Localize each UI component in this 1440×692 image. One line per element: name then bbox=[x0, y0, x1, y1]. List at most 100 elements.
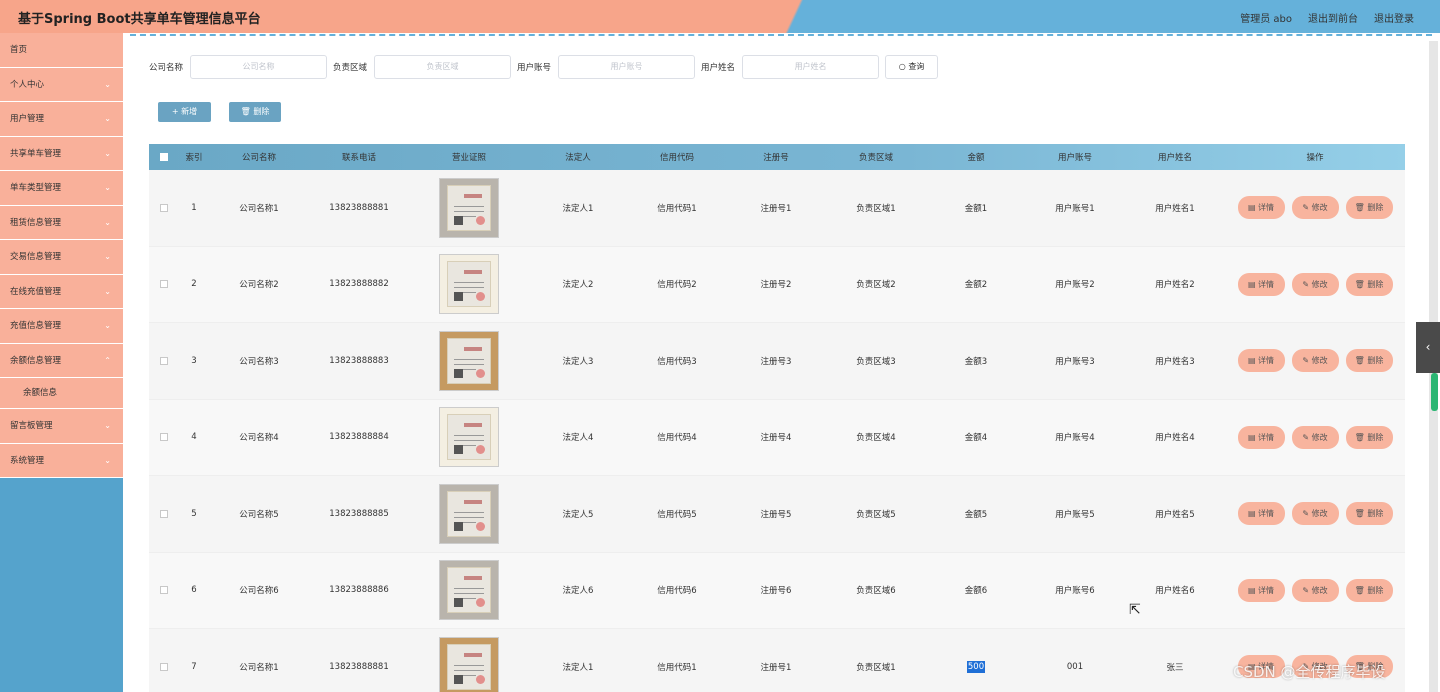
delete-button[interactable]: 🗑 删除 bbox=[1345, 272, 1393, 296]
cell-uname: 用户姓名3 bbox=[1155, 356, 1195, 367]
row-checkbox[interactable] bbox=[160, 433, 168, 442]
sidebar-item-recharge-info[interactable]: 充值信息管理 ⌄ bbox=[0, 309, 123, 344]
cell-phone: 13823888882 bbox=[329, 279, 389, 290]
cell-amount: 金额3 bbox=[964, 356, 988, 367]
top-header: 基于Spring Boot共享单车管理信息平台 管理员 abo 退出到前台 退出… bbox=[0, 0, 1440, 33]
license-image[interactable] bbox=[439, 560, 499, 621]
chevron-down-icon: ⌄ bbox=[104, 217, 111, 227]
delete-button[interactable]: 🗑 删除 bbox=[1345, 578, 1393, 602]
col-company: 公司名称 bbox=[241, 153, 276, 163]
edit-button[interactable]: ✎ 修改 bbox=[1291, 349, 1339, 373]
col-uname: 用户姓名 bbox=[1157, 153, 1192, 163]
edit-icon: ✎ bbox=[1302, 432, 1310, 442]
admin-label: 管理员 abo bbox=[1240, 14, 1292, 25]
sidebar-item-users[interactable]: 用户管理 ⌄ bbox=[0, 102, 123, 137]
edit-button[interactable]: ✎ 修改 bbox=[1291, 578, 1339, 602]
delete-button[interactable]: 🗑 删除 bbox=[1345, 349, 1393, 373]
detail-icon: ▤ bbox=[1247, 279, 1256, 289]
query-button[interactable]: ○ 查询 bbox=[885, 55, 939, 79]
detail-icon: ▤ bbox=[1247, 585, 1256, 595]
sidebar-item-bike-types[interactable]: 单车类型管理 ⌄ bbox=[0, 171, 123, 206]
delete-button[interactable]: 🗑 删除 bbox=[1345, 425, 1393, 449]
col-index: 索引 bbox=[185, 153, 203, 163]
cell-area: 负责区域6 bbox=[856, 586, 896, 597]
logout-link[interactable]: 退出登录 bbox=[1374, 10, 1414, 25]
sidebar: 首页 个人中心 ⌄ 用户管理 ⌄ 共享单车管理 ⌄ 单车类型管理 ⌄ 租赁信息管理 ⌄ 交… bbox=[0, 33, 123, 692]
cell-credit: 信用代码2 bbox=[657, 280, 697, 291]
cell-credit: 信用代码3 bbox=[657, 356, 697, 367]
cell-phone: 13823888881 bbox=[329, 202, 389, 213]
license-image[interactable] bbox=[439, 483, 499, 544]
cell-index: 2 bbox=[191, 279, 197, 290]
detail-button[interactable]: ▤ 详情 bbox=[1237, 578, 1285, 602]
detail-button[interactable]: ▤ 详情 bbox=[1237, 502, 1285, 526]
cell-uname: 用户姓名6 bbox=[1155, 586, 1195, 597]
license-image[interactable] bbox=[439, 177, 499, 238]
sidebar-item-bikes[interactable]: 共享单车管理 ⌄ bbox=[0, 136, 123, 171]
cell-account: 用户账号3 bbox=[1055, 356, 1095, 367]
license-image[interactable] bbox=[439, 636, 499, 692]
delete-button[interactable]: 🗑 删除 bbox=[1345, 196, 1393, 220]
sidebar-item-balance[interactable]: 余额信息管理 ⌃ bbox=[0, 343, 123, 378]
detail-button[interactable]: ▤ 详情 bbox=[1237, 196, 1285, 220]
edit-button[interactable]: ✎ 修改 bbox=[1291, 196, 1339, 220]
delete-button[interactable]: 🗑 删除 bbox=[1345, 502, 1393, 526]
row-checkbox[interactable] bbox=[160, 662, 168, 671]
cell-legal: 法定人6 bbox=[562, 586, 594, 597]
cell-area: 负责区域5 bbox=[856, 509, 896, 520]
sidebar-subitem-balance-info[interactable]: 余额信息 bbox=[0, 378, 123, 409]
cell-credit: 信用代码5 bbox=[657, 509, 697, 520]
cell-reg: 注册号1 bbox=[760, 203, 792, 214]
cell-uname: 用户姓名4 bbox=[1155, 433, 1195, 444]
row-checkbox[interactable] bbox=[160, 203, 168, 212]
cell-company: 公司名称1 bbox=[239, 203, 279, 214]
detail-button[interactable]: ▤ 详情 bbox=[1237, 425, 1285, 449]
chevron-down-icon: ⌄ bbox=[104, 114, 111, 123]
cell-index: 5 bbox=[191, 508, 197, 519]
cell-company: 公司名称6 bbox=[239, 586, 279, 597]
row-checkbox[interactable] bbox=[160, 509, 168, 518]
cell-credit: 信用代码4 bbox=[657, 433, 697, 444]
company-input[interactable]: 公司名称 bbox=[190, 55, 328, 79]
cell-account: 用户账号2 bbox=[1055, 280, 1095, 291]
edit-button[interactable]: ✎ 修改 bbox=[1291, 272, 1339, 296]
sidebar-item-home[interactable]: 首页 bbox=[0, 33, 123, 68]
license-image[interactable] bbox=[439, 330, 499, 391]
table-header: 索引 公司名称 联系电话 营业证照 法定人 信用代码 注册号 负责区域 金额 用… bbox=[149, 144, 1405, 170]
uname-label: 用户姓名 bbox=[701, 63, 736, 73]
sidebar-item-transactions[interactable]: 交易信息管理 ⌄ bbox=[0, 240, 123, 275]
account-input[interactable]: 用户账号 bbox=[558, 55, 696, 79]
sidebar-item-system[interactable]: 系统管理 ⌄ bbox=[0, 443, 123, 478]
sidebar-item-personal[interactable]: 个人中心 ⌄ bbox=[0, 67, 123, 102]
select-all-checkbox[interactable] bbox=[160, 153, 168, 161]
detail-button[interactable]: ▤ 详情 bbox=[1237, 349, 1285, 373]
row-checkbox[interactable] bbox=[160, 586, 168, 595]
cell-area: 负责区域2 bbox=[856, 280, 896, 291]
uname-input[interactable]: 用户姓名 bbox=[742, 55, 880, 79]
chevron-left-icon[interactable]: ‹ bbox=[1416, 322, 1440, 373]
chevron-up-icon: ⌃ bbox=[104, 355, 111, 365]
sidebar-item-rentals[interactable]: 租赁信息管理 ⌄ bbox=[0, 205, 123, 240]
cell-phone: 13823888881 bbox=[329, 661, 389, 672]
add-button[interactable]: + 新增 bbox=[158, 102, 211, 122]
sidebar-item-online-recharge[interactable]: 在线充值管理 ⌄ bbox=[0, 274, 123, 309]
license-image[interactable] bbox=[439, 407, 499, 468]
cell-legal: 法定人1 bbox=[562, 662, 594, 673]
trash-icon: 🗑 bbox=[1354, 279, 1365, 289]
license-image[interactable] bbox=[439, 254, 499, 315]
edit-button[interactable]: ✎ 修改 bbox=[1291, 502, 1339, 526]
chevron-down-icon: ⌄ bbox=[104, 286, 111, 296]
row-checkbox[interactable] bbox=[160, 280, 168, 289]
cell-amount: 金额5 bbox=[964, 509, 988, 520]
col-area: 负责区域 bbox=[858, 153, 893, 163]
edit-button[interactable]: ✎ 修改 bbox=[1291, 425, 1339, 449]
batch-delete-button[interactable]: 🗑 删除 bbox=[229, 102, 281, 122]
cell-uname: 用户姓名5 bbox=[1155, 509, 1195, 520]
edit-icon: ✎ bbox=[1302, 203, 1310, 213]
cell-index: 6 bbox=[191, 585, 197, 596]
row-checkbox[interactable] bbox=[160, 356, 168, 365]
sidebar-item-messages[interactable]: 留言板管理 ⌄ bbox=[0, 409, 123, 444]
back-to-front-link[interactable]: 退出到前台 bbox=[1308, 10, 1358, 25]
detail-button[interactable]: ▤ 详情 bbox=[1237, 272, 1285, 296]
area-input[interactable]: 负责区域 bbox=[374, 55, 512, 79]
